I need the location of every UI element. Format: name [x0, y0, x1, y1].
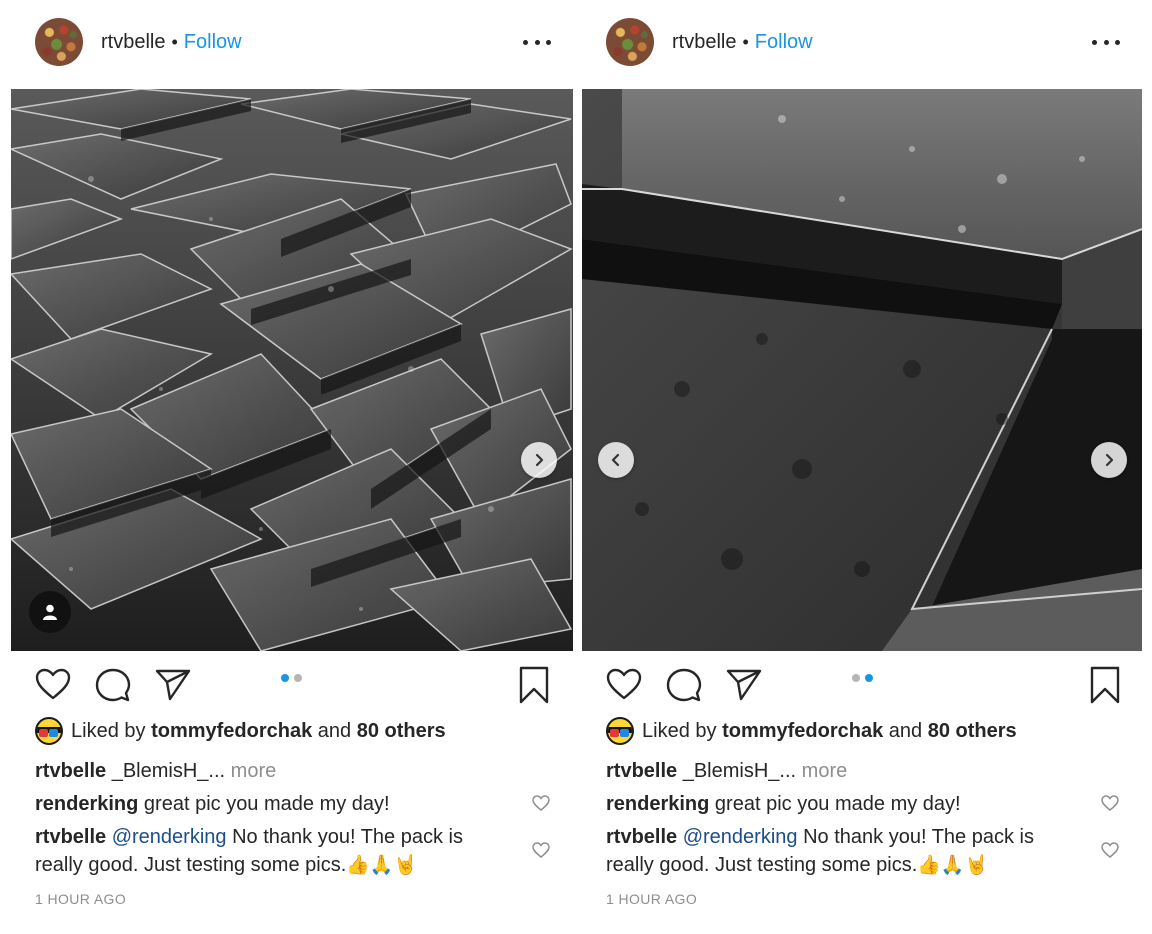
comment-item: rtvbelle @renderking No thank you! The p… — [606, 823, 1076, 879]
paper-plane-icon[interactable] — [153, 665, 193, 705]
likes-and: and — [888, 719, 923, 742]
caption-more-link[interactable]: more — [231, 760, 277, 782]
liker-avatar[interactable] — [35, 717, 63, 745]
heart-icon[interactable] — [604, 665, 644, 705]
chevron-left-icon[interactable] — [598, 442, 634, 478]
caption-more-link[interactable]: more — [802, 760, 848, 782]
post-timestamp[interactable]: 1 HOUR AGO — [35, 891, 126, 907]
user-tag-icon[interactable] — [29, 591, 71, 633]
comment-item: rtvbelle @renderking No thank you! The p… — [35, 823, 505, 879]
comment-username[interactable]: renderking — [35, 793, 138, 815]
comment-username[interactable]: renderking — [606, 793, 709, 815]
post-header: rtvbelle • Follow — [11, 18, 573, 70]
header-username-row: rtvbelle • Follow — [672, 31, 813, 54]
liker-username[interactable]: tommyfedorchak — [151, 720, 312, 743]
action-bar — [582, 665, 1142, 709]
comment-mention[interactable]: @renderking — [112, 826, 227, 848]
likes-and: and — [317, 719, 352, 742]
carousel-dot — [865, 674, 873, 682]
carousel-dot — [281, 674, 289, 682]
more-options-icon[interactable] — [1092, 30, 1120, 54]
likes-prefix: Liked by — [642, 719, 717, 742]
comment-text: great pic you made my day! — [714, 793, 961, 815]
post-timestamp[interactable]: 1 HOUR AGO — [606, 891, 697, 907]
post-image[interactable] — [11, 89, 573, 651]
likes-row: Liked by tommyfedorchak and 80 others — [35, 717, 446, 745]
comment-emoji: 👍🙏🤘 — [346, 854, 418, 876]
comment-item: renderking great pic you made my day! — [35, 790, 505, 818]
comment-text: great pic you made my day! — [143, 793, 390, 815]
comment-username[interactable]: rtvbelle — [606, 826, 677, 848]
separator-dot: • — [171, 32, 178, 52]
chevron-right-icon[interactable] — [521, 442, 557, 478]
heart-icon[interactable] — [33, 665, 73, 705]
small-heart-icon[interactable] — [531, 841, 551, 859]
post-header: rtvbelle • Follow — [582, 18, 1142, 70]
caption-username[interactable]: rtvbelle — [606, 760, 677, 782]
comment-icon[interactable] — [93, 665, 133, 705]
post-2: rtvbelle • Follow Liked by tommyfedorcha… — [582, 0, 1142, 934]
carousel-dot — [294, 674, 302, 682]
likes-row: Liked by tommyfedorchak and 80 others — [606, 717, 1017, 745]
comment-username[interactable]: rtvbelle — [35, 826, 106, 848]
action-bar — [11, 665, 573, 709]
caption-text: _BlemisH_... — [682, 760, 797, 782]
chevron-right-icon[interactable] — [1091, 442, 1127, 478]
comment-icon[interactable] — [664, 665, 704, 705]
carousel-indicator — [281, 674, 302, 682]
comment-emoji: 👍🙏🤘 — [917, 854, 989, 876]
more-options-icon[interactable] — [523, 30, 551, 54]
caption: rtvbelle _BlemisH_... more — [606, 760, 847, 783]
follow-button[interactable]: Follow — [184, 31, 242, 54]
bookmark-icon[interactable] — [1085, 665, 1125, 705]
stone-tiles-closeup-image — [582, 89, 1142, 651]
post-image[interactable] — [582, 89, 1142, 651]
small-heart-icon[interactable] — [1100, 794, 1120, 812]
comment-mention[interactable]: @renderking — [683, 826, 798, 848]
likes-prefix: Liked by — [71, 719, 146, 742]
small-heart-icon[interactable] — [1100, 841, 1120, 859]
carousel-dot — [852, 674, 860, 682]
liker-username[interactable]: tommyfedorchak — [722, 720, 883, 743]
username-link[interactable]: rtvbelle — [672, 31, 736, 54]
likes-count[interactable]: 80 others — [928, 720, 1017, 743]
post-1: rtvbelle • Follow Liked by tommyfedorcha… — [11, 0, 573, 934]
caption-text: _BlemisH_... — [111, 760, 226, 782]
follow-button[interactable]: Follow — [755, 31, 813, 54]
caption-username[interactable]: rtvbelle — [35, 760, 106, 782]
profile-avatar[interactable] — [35, 18, 83, 66]
liker-avatar[interactable] — [606, 717, 634, 745]
header-username-row: rtvbelle • Follow — [101, 31, 242, 54]
comment-item: renderking great pic you made my day! — [606, 790, 1076, 818]
caption: rtvbelle _BlemisH_... more — [35, 760, 276, 783]
small-heart-icon[interactable] — [531, 794, 551, 812]
separator-dot: • — [742, 32, 749, 52]
username-link[interactable]: rtvbelle — [101, 31, 165, 54]
stone-tiles-image — [11, 89, 573, 651]
paper-plane-icon[interactable] — [724, 665, 764, 705]
bookmark-icon[interactable] — [514, 665, 554, 705]
carousel-indicator — [852, 674, 873, 682]
likes-count[interactable]: 80 others — [357, 720, 446, 743]
profile-avatar[interactable] — [606, 18, 654, 66]
